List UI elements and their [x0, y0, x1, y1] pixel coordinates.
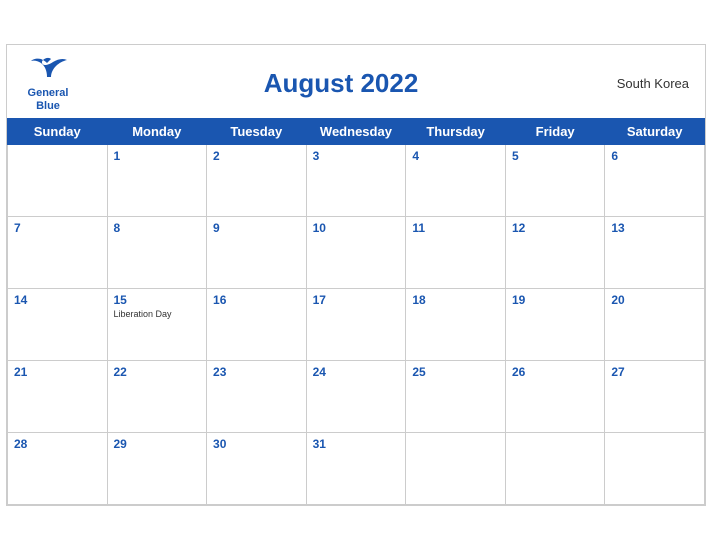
calendar-cell: 2	[207, 144, 307, 216]
calendar-week-row: 789 10 11 12 13	[8, 216, 705, 288]
date-number: 22	[114, 365, 201, 379]
date-number: 25	[412, 365, 499, 379]
calendar-week-row: 21 22 23 24 25 26 27	[8, 360, 705, 432]
calendar-week-row: 123456	[8, 144, 705, 216]
calendar-cell: 9	[207, 216, 307, 288]
date-number: 24	[313, 365, 400, 379]
date-number: 5	[512, 149, 598, 163]
date-number: 27	[611, 365, 698, 379]
calendar-cell: 16	[207, 288, 307, 360]
calendar-cell: 22	[107, 360, 207, 432]
calendar-cell: 28	[8, 432, 108, 504]
calendar-cell: 29	[107, 432, 207, 504]
header-monday: Monday	[107, 118, 207, 144]
calendar-cell: 7	[8, 216, 108, 288]
header-thursday: Thursday	[406, 118, 506, 144]
calendar-cell: 15 Liberation Day	[107, 288, 207, 360]
calendar-cell	[8, 144, 108, 216]
header-tuesday: Tuesday	[207, 118, 307, 144]
date-number: 28	[14, 437, 101, 451]
calendar-cell: 31	[306, 432, 406, 504]
calendar-cell: 20	[605, 288, 705, 360]
date-number: 21	[14, 365, 101, 379]
date-number: 31	[313, 437, 400, 451]
date-number: 11	[412, 221, 499, 235]
date-number: 2	[213, 149, 300, 163]
calendar-week-row: 14 15 Liberation Day 16 17 18 19 20	[8, 288, 705, 360]
calendar-cell: 10	[306, 216, 406, 288]
general-blue-logo	[23, 55, 73, 91]
date-number: 3	[313, 149, 400, 163]
holiday-label: Liberation Day	[114, 309, 201, 320]
logo-blue: Blue	[36, 100, 60, 112]
calendar-cell: 12	[505, 216, 604, 288]
calendar-table: Sunday Monday Tuesday Wednesday Thursday…	[7, 118, 705, 505]
calendar-cell: 11	[406, 216, 506, 288]
date-number: 1	[114, 149, 201, 163]
date-number: 12	[512, 221, 598, 235]
date-number: 4	[412, 149, 499, 163]
date-number: 23	[213, 365, 300, 379]
calendar-container: General Blue August 2022 South Korea Sun…	[6, 44, 706, 505]
calendar-cell: 13	[605, 216, 705, 288]
date-number: 13	[611, 221, 698, 235]
header-sunday: Sunday	[8, 118, 108, 144]
date-number: 16	[213, 293, 300, 307]
calendar-cell: 26	[505, 360, 604, 432]
calendar-cell: 8	[107, 216, 207, 288]
calendar-cell: 21	[8, 360, 108, 432]
calendar-cell: 30	[207, 432, 307, 504]
calendar-cell: 27	[605, 360, 705, 432]
calendar-cell: 18	[406, 288, 506, 360]
calendar-cell: 5	[505, 144, 604, 216]
calendar-cell: 14	[8, 288, 108, 360]
country-name: South Korea	[609, 76, 689, 91]
calendar-cell: 3	[306, 144, 406, 216]
date-number: 29	[114, 437, 201, 451]
date-number: 26	[512, 365, 598, 379]
calendar-cell: 24	[306, 360, 406, 432]
date-number: 20	[611, 293, 698, 307]
calendar-cell: 19	[505, 288, 604, 360]
date-number: 8	[114, 221, 201, 235]
date-number: 9	[213, 221, 300, 235]
logo-area: General Blue	[23, 55, 73, 111]
calendar-cell: 25	[406, 360, 506, 432]
logo-general: General	[28, 87, 69, 99]
calendar-cell: 1	[107, 144, 207, 216]
header-friday: Friday	[505, 118, 604, 144]
calendar-cell	[605, 432, 705, 504]
date-number: 17	[313, 293, 400, 307]
calendar-cell: 4	[406, 144, 506, 216]
date-number: 19	[512, 293, 598, 307]
calendar-cell	[505, 432, 604, 504]
calendar-header: General Blue August 2022 South Korea	[7, 45, 705, 117]
date-number: 6	[611, 149, 698, 163]
date-number: 7	[14, 221, 101, 235]
date-number: 18	[412, 293, 499, 307]
calendar-week-row: 28 29 30 31	[8, 432, 705, 504]
calendar-cell	[406, 432, 506, 504]
weekday-header-row: Sunday Monday Tuesday Wednesday Thursday…	[8, 118, 705, 144]
header-wednesday: Wednesday	[306, 118, 406, 144]
month-title: August 2022	[73, 68, 609, 99]
calendar-cell: 23	[207, 360, 307, 432]
date-number: 14	[14, 293, 101, 307]
calendar-cell: 17	[306, 288, 406, 360]
date-number: 15	[114, 293, 201, 307]
date-number: 10	[313, 221, 400, 235]
header-saturday: Saturday	[605, 118, 705, 144]
calendar-cell: 6	[605, 144, 705, 216]
date-number: 30	[213, 437, 300, 451]
